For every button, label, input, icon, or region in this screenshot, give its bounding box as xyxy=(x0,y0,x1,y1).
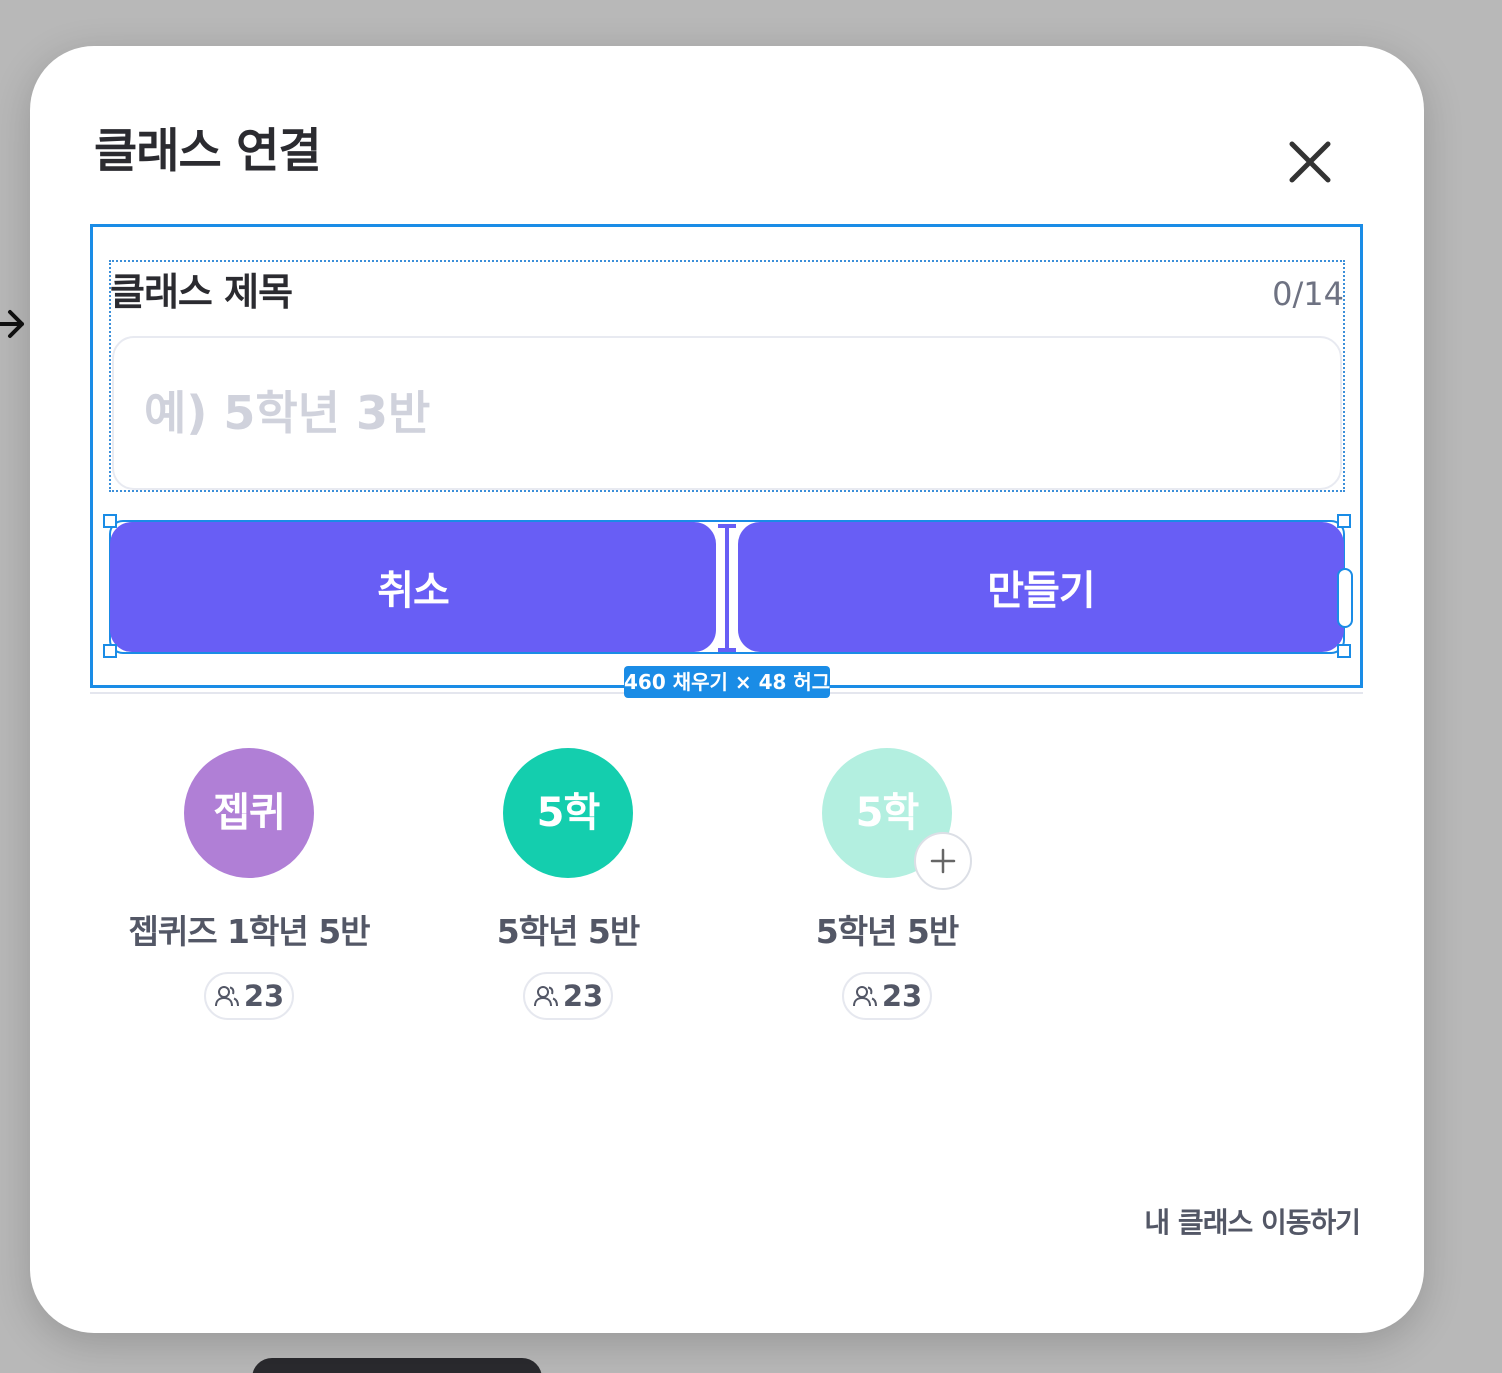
resize-handle-top-right[interactable] xyxy=(1337,514,1351,528)
resize-handle-right[interactable] xyxy=(1337,568,1353,628)
canvas: 클래스 연결 클래스 제목 0/14 취소 만들기 460 채우기 × 48 허… xyxy=(0,0,1502,1373)
users-icon xyxy=(533,986,558,1007)
class-card[interactable]: 젭퀴 젭퀴즈 1학년 5반 23 xyxy=(94,748,414,1028)
resize-handle-bottom-left[interactable] xyxy=(103,644,117,658)
class-avatar: 5학 xyxy=(503,748,633,878)
member-count: 23 xyxy=(881,979,923,1013)
cancel-button[interactable]: 취소 xyxy=(110,522,716,652)
close-button[interactable] xyxy=(1282,134,1338,190)
char-counter: 0/14 xyxy=(1272,275,1344,313)
my-classes-link[interactable]: 내 클래스 이동하기 xyxy=(1144,1201,1361,1241)
class-avatar: 젭퀴 xyxy=(184,748,314,878)
class-card[interactable]: 5학 5학년 5반 23 xyxy=(413,748,733,1028)
class-title-input[interactable] xyxy=(112,336,1342,490)
class-name: 5학년 5반 xyxy=(496,912,641,951)
users-icon xyxy=(214,986,239,1007)
add-class-button[interactable] xyxy=(914,832,972,890)
resize-handle-top-left[interactable] xyxy=(103,514,117,528)
field-label: 클래스 제목 xyxy=(110,270,293,314)
member-count: 23 xyxy=(243,979,285,1013)
class-name: 5학년 5반 xyxy=(815,912,960,951)
class-connect-modal: 클래스 연결 클래스 제목 0/14 취소 만들기 460 채우기 × 48 허… xyxy=(30,46,1424,1333)
users-icon xyxy=(852,986,877,1007)
plus-icon xyxy=(930,848,956,874)
class-name: 젭퀴즈 1학년 5반 xyxy=(128,912,370,951)
modal-title: 클래스 연결 xyxy=(94,124,322,179)
size-badge: 460 채우기 × 48 허그 xyxy=(624,666,830,698)
create-button[interactable]: 만들기 xyxy=(738,522,1344,652)
resize-handle-bottom-right[interactable] xyxy=(1337,644,1351,658)
close-icon xyxy=(1289,141,1331,183)
class-card[interactable]: 5학 5학년 5반 23 xyxy=(732,748,1052,1028)
background-pill xyxy=(252,1358,542,1373)
member-count-badge: 23 xyxy=(204,972,294,1020)
member-count: 23 xyxy=(562,979,604,1013)
member-count-badge: 23 xyxy=(523,972,613,1020)
arrow-right-icon xyxy=(0,310,24,338)
member-count-badge: 23 xyxy=(842,972,932,1020)
spacing-handle[interactable] xyxy=(716,524,738,652)
